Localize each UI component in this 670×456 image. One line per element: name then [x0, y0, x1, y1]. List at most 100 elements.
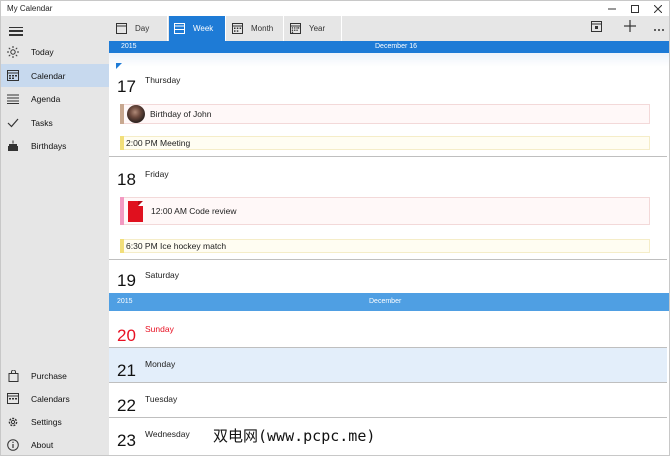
event-title: 12:00 AM Code review [151, 206, 237, 216]
event-title: 2:00 PM Meeting [126, 138, 191, 148]
day-row-18[interactable]: 18 Friday 12:00 AM Code review 6:30 PM I… [109, 157, 669, 259]
day-name: Monday [145, 359, 176, 369]
go-to-today-button[interactable] [587, 19, 605, 37]
sidebar-item-calendar[interactable]: Calendar [1, 64, 109, 87]
month-view-icon [232, 23, 243, 34]
day-number: 18 [117, 170, 136, 189]
event-birthday[interactable]: Birthday of John [120, 104, 650, 124]
day-row-19[interactable]: 19 Saturday [109, 260, 669, 293]
day-name: Friday [145, 169, 169, 179]
day-row-22[interactable]: 22 Tuesday [109, 383, 669, 417]
sidebar-item-purchase[interactable]: Purchase [1, 364, 109, 387]
day-number: 21 [117, 361, 136, 380]
cake-icon [7, 140, 19, 152]
minimize-button[interactable] [600, 1, 623, 16]
sidebar-item-label: Settings [31, 416, 62, 427]
event-color-bar [120, 136, 124, 150]
event-hockey[interactable]: 6:30 PM Ice hockey match [120, 239, 650, 253]
week-view-icon [174, 23, 185, 34]
day-name: Wednesday [145, 429, 190, 439]
tab-month[interactable]: Month [227, 16, 284, 41]
sidebar-item-label: Calendars [31, 393, 70, 404]
close-button[interactable] [646, 1, 669, 16]
sidebar: Today Calendar Agenda Tasks Birthdays Pu… [1, 16, 109, 455]
day-name: Thursday [145, 75, 181, 85]
day-row-17[interactable]: 17 Thursday Birthday of John 2:00 PM Mee… [109, 53, 669, 156]
day-name: Tuesday [145, 394, 178, 404]
sidebar-item-label: Calendar [31, 70, 66, 81]
sidebar-item-label: Agenda [31, 93, 61, 104]
event-color-bar [120, 239, 124, 253]
more-button[interactable] [650, 19, 668, 37]
day-name: Saturday [145, 270, 180, 280]
current-date-header: 2015 December 16 [109, 41, 669, 54]
shopping-bag-icon [7, 369, 19, 382]
sun-icon [7, 45, 19, 58]
month-band: 2015 December [109, 293, 669, 311]
window-controls [600, 1, 669, 16]
header-year: 2015 [121, 43, 137, 50]
event-code-review[interactable]: 12:00 AM Code review [120, 197, 650, 225]
sidebar-item-agenda[interactable]: Agenda [1, 87, 109, 110]
tab-label: Day [135, 24, 150, 33]
event-color-bar [120, 104, 124, 124]
tab-day[interactable]: Day [111, 16, 168, 41]
sidebar-item-about[interactable]: About [1, 433, 109, 455]
title-bar: My Calendar [1, 1, 669, 16]
avatar [127, 105, 145, 123]
day-row-21[interactable]: 21 Monday [109, 348, 669, 382]
sidebar-item-today[interactable]: Today [1, 40, 109, 63]
tab-label: Year [309, 24, 326, 33]
document-icon [128, 200, 143, 222]
tab-label: Month [251, 24, 274, 33]
day-name: Sunday [145, 324, 174, 334]
close-icon [653, 4, 662, 13]
info-icon [7, 438, 19, 451]
tab-week[interactable]: Week [169, 16, 226, 41]
hamburger-menu-icon[interactable] [9, 24, 23, 36]
sidebar-item-tasks[interactable]: Tasks [1, 111, 109, 134]
sidebar-item-label: Tasks [31, 117, 53, 128]
maximize-icon [630, 4, 639, 13]
tab-year[interactable]: Year [285, 16, 342, 41]
sidebar-item-settings[interactable]: Settings [1, 410, 109, 433]
day-number: 23 [117, 431, 136, 450]
checkmark-icon [7, 117, 19, 129]
month-band-year: 2015 [117, 298, 133, 305]
more-icon [653, 19, 665, 37]
day-row-20[interactable]: 20 Sunday [109, 311, 669, 347]
add-event-button[interactable] [621, 19, 639, 37]
sidebar-item-birthdays[interactable]: Birthdays [1, 134, 109, 157]
list-icon [7, 93, 19, 105]
sidebar-item-label: Purchase [31, 370, 67, 381]
day-number: 22 [117, 396, 136, 415]
window-title: My Calendar [7, 4, 53, 13]
day-row-23[interactable]: 23 Wednesday [109, 418, 669, 455]
event-meeting[interactable]: 2:00 PM Meeting [120, 136, 650, 150]
event-title: 6:30 PM Ice hockey match [126, 241, 227, 251]
watermark-text: 双电网(www.pcpc.me) [213, 425, 376, 446]
sidebar-item-label: Today [31, 46, 54, 57]
go-to-today-icon [590, 19, 602, 37]
calendars-icon [7, 393, 19, 405]
app-window: My Calendar Today Calendar Agenda Tasks … [0, 0, 670, 456]
event-color-bar [120, 197, 124, 225]
day-view-icon [116, 23, 127, 34]
sidebar-item-label: Birthdays [31, 140, 67, 151]
month-band-month: December [369, 298, 402, 305]
calendar-icon [7, 70, 19, 82]
week-content[interactable]: 17 Thursday Birthday of John 2:00 PM Mee… [109, 53, 669, 455]
event-title: Birthday of John [150, 109, 212, 119]
gear-icon [7, 416, 19, 428]
day-number: 19 [117, 271, 136, 290]
year-view-icon [290, 23, 301, 34]
add-icon [624, 19, 636, 37]
header-date: December 16 [375, 43, 418, 50]
minimize-icon [607, 5, 616, 13]
view-tab-bar: Day Week Month Year [109, 16, 669, 41]
maximize-button[interactable] [623, 1, 646, 16]
sidebar-item-calendars[interactable]: Calendars [1, 387, 109, 410]
tab-label: Week [193, 24, 214, 33]
sidebar-item-label: About [31, 439, 54, 450]
day-number: 17 [117, 77, 136, 96]
